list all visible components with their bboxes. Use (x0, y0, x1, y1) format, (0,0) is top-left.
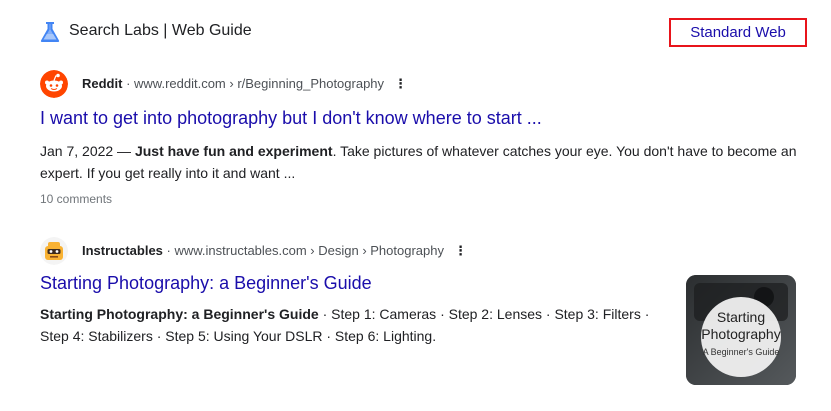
search-result-reddit: Reddit · www.reddit.com › r/Beginning_Ph… (40, 68, 810, 206)
more-options-icon[interactable]: ⋮ (454, 243, 467, 259)
thumbnail-line2: Photography (701, 326, 780, 342)
source-url: www.reddit.com › r/Beginning_Photography (134, 76, 385, 91)
flask-icon (40, 21, 60, 43)
instructables-icon (40, 237, 68, 265)
source-separator: · (162, 243, 175, 258)
source-name: Reddit (82, 76, 123, 91)
thumbnail-line3: A Beginner's Guide (703, 347, 780, 357)
result-title-link[interactable]: I want to get into photography but I don… (40, 108, 542, 129)
result-source[interactable]: Instructables · www.instructables.com › … (40, 235, 810, 267)
labs-title: Search Labs | Web Guide (69, 22, 252, 39)
source-separator: · (122, 76, 135, 91)
result-snippet: Jan 7, 2022 — Just have fun and experime… (40, 140, 810, 184)
more-options-icon[interactable]: ⋮ (394, 76, 407, 92)
source-url: www.instructables.com › Design › Photogr… (174, 243, 444, 258)
result-snippet: Starting Photography: a Beginner's Guide… (40, 303, 670, 347)
search-result-instructables: Instructables · www.instructables.com › … (40, 235, 810, 385)
labs-header: Search Labs | Web Guide Standard Web (40, 18, 815, 48)
standard-web-link[interactable]: Standard Web (671, 20, 805, 45)
comments-count: 10 comments (40, 192, 113, 206)
result-source[interactable]: Reddit · www.reddit.com › r/Beginning_Ph… (40, 68, 810, 100)
result-title-link[interactable]: Starting Photography: a Beginner's Guide (40, 273, 372, 294)
standard-web-highlight: Standard Web (669, 18, 807, 47)
source-name: Instructables (82, 243, 163, 258)
snippet-separator: — (113, 143, 135, 159)
snippet-highlight: Just have fun and experiment (134, 143, 333, 159)
snippet-date: Jan 7, 2022 (40, 143, 114, 159)
thumbnail-line1: Starting (717, 309, 765, 325)
snippet-highlight: Starting Photography: a Beginner's Guide (40, 306, 319, 322)
result-thumbnail[interactable]: Starting Photography A Beginner's Guide (686, 275, 796, 385)
reddit-icon (40, 70, 68, 98)
